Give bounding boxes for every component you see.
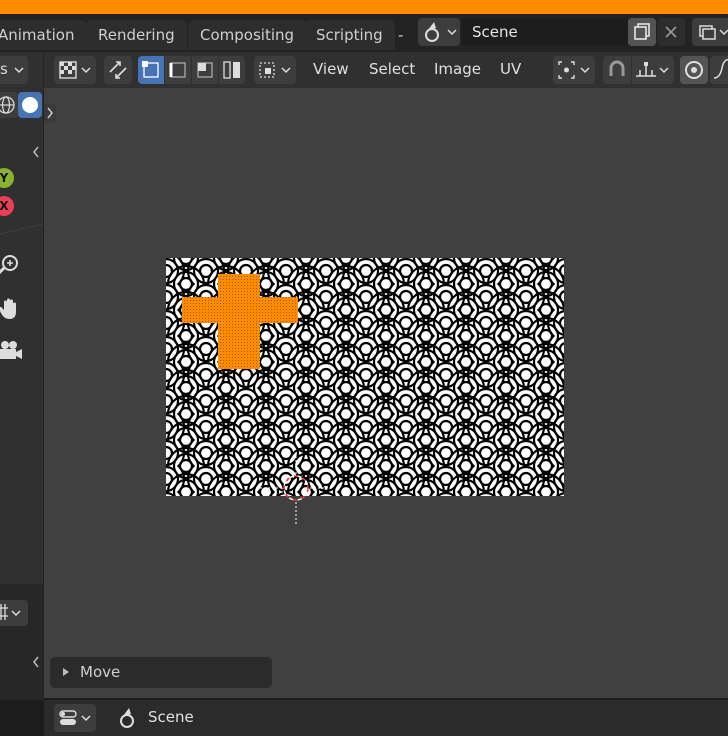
delete-scene-button[interactable] [657, 18, 685, 46]
tab-animation[interactable]: Animation [0, 20, 87, 50]
axis-x-gizmo[interactable]: X [0, 196, 14, 216]
workspace-tab-bar: Animation Rendering Compositing Scriptin… [0, 14, 728, 52]
uv-texture-image[interactable] [166, 258, 564, 496]
chevron-right-icon[interactable] [44, 104, 56, 122]
snap-target-dropdown[interactable] [632, 56, 674, 84]
scene-label: Scene [148, 708, 194, 726]
chevron-left-icon[interactable] [30, 654, 42, 670]
pivot-point-dropdown[interactable] [553, 56, 595, 84]
camera-icon[interactable] [0, 338, 24, 364]
falloff-curve-icon [713, 58, 728, 79]
vertex-select-mode-button[interactable] [138, 56, 164, 84]
menu-view[interactable]: View [313, 60, 349, 78]
duplicate-icon [634, 23, 650, 40]
tab-compositing[interactable]: Compositing [188, 20, 307, 50]
uv-editor-icon [59, 61, 91, 79]
scene-icon [120, 708, 134, 728]
wireframe-sphere-icon [0, 96, 15, 114]
sync-arrows-icon [109, 61, 127, 79]
scene-name-field[interactable]: Scene [462, 18, 628, 46]
scene-browse-button[interactable] [418, 18, 460, 46]
falloff-dropdown[interactable] [710, 56, 728, 84]
uv-selection-vertical[interactable] [218, 274, 260, 369]
bottom-header: Scene [44, 700, 728, 736]
wireframe-shading-button[interactable] [0, 92, 18, 118]
solid-sphere-icon [22, 97, 38, 113]
uv-editor-header: View Select Image UV [44, 52, 728, 88]
snap-grid-icon [0, 604, 21, 620]
pivot-point-icon [558, 61, 590, 79]
proportional-edit-icon [685, 61, 703, 79]
tab-scripting[interactable]: Scripting [304, 20, 395, 50]
vertex-select-icon [142, 61, 159, 78]
sync-selection-button[interactable] [104, 56, 132, 84]
island-select-icon [223, 61, 240, 79]
new-scene-button[interactable] [628, 18, 656, 46]
top-accent-strip [0, 0, 728, 14]
view-layer-button[interactable] [692, 18, 728, 46]
hand-pan-icon[interactable] [0, 296, 24, 322]
axis-y-gizmo[interactable]: Y [0, 168, 14, 188]
2d-cursor[interactable] [254, 448, 334, 528]
operator-panel-move[interactable]: Move [50, 657, 272, 688]
menu-uv[interactable]: UV [500, 60, 521, 78]
snap-options-dropdown[interactable] [0, 600, 28, 626]
operator-panel-title: Move [80, 663, 121, 681]
view-layer-icon [699, 25, 728, 40]
proportional-editing-button[interactable] [680, 56, 708, 84]
sticky-select-icon [259, 62, 291, 78]
editor-type-dropdown-bottom[interactable] [54, 704, 96, 732]
edge-select-icon [169, 62, 186, 78]
zoom-icon[interactable] [0, 252, 22, 278]
triangle-right-icon[interactable] [60, 666, 72, 678]
grid-line-decoration [0, 223, 43, 235]
editor-type-dropdown[interactable] [54, 56, 96, 84]
edge-select-mode-button[interactable] [165, 56, 191, 84]
properties-toggle-icon [59, 710, 91, 725]
chevron-left-icon[interactable] [30, 144, 42, 160]
left-viewport-panel: s Y X [0, 52, 44, 700]
tab-more[interactable]: - [394, 20, 407, 50]
tab-rendering[interactable]: Rendering [86, 20, 187, 50]
chevron-down-icon [14, 67, 24, 74]
snap-increment-icon [636, 62, 669, 77]
face-select-icon [197, 62, 213, 78]
solid-shading-button[interactable] [18, 92, 42, 118]
sticky-selection-dropdown[interactable] [254, 56, 296, 84]
magnet-icon [609, 60, 625, 76]
island-select-mode-button[interactable] [219, 56, 245, 84]
snap-toggle-button[interactable] [603, 56, 631, 84]
uv-editor-viewport[interactable]: Move [44, 88, 728, 698]
mode-select-dropdown[interactable]: s [0, 56, 28, 84]
face-select-mode-button[interactable] [192, 56, 218, 84]
menu-image[interactable]: Image [434, 60, 481, 78]
menu-select[interactable]: Select [369, 60, 415, 78]
scene-icon [425, 22, 457, 42]
close-icon [665, 26, 677, 38]
